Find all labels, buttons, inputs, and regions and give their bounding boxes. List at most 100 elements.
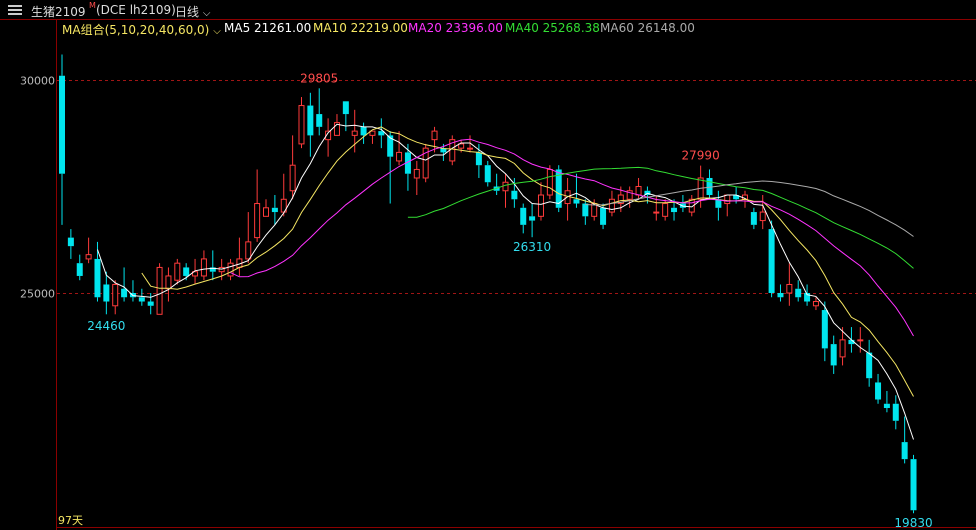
candle: [706, 169, 713, 200]
candle-body: [573, 199, 580, 204]
price-annotation: 27990: [682, 149, 720, 163]
price-annotation: 24460: [87, 319, 125, 333]
candle-body: [653, 211, 660, 214]
ma60-line: [585, 180, 914, 237]
candle: [910, 454, 917, 514]
candle-body: [254, 203, 261, 239]
candle-body: [289, 164, 296, 192]
ma40-line: [407, 166, 914, 269]
candle: [422, 143, 429, 183]
candle: [396, 131, 403, 166]
candle: [129, 280, 136, 302]
candle-body: [502, 181, 509, 192]
candle: [245, 212, 252, 264]
candle: [360, 122, 367, 144]
candle-body: [85, 254, 92, 260]
candle: [582, 199, 589, 225]
candle-body: [608, 198, 615, 213]
candle: [200, 250, 207, 281]
candle: [777, 284, 784, 302]
candle: [209, 250, 216, 281]
candle-body: [662, 203, 669, 217]
candle-body: [245, 241, 252, 260]
candle-body: [875, 382, 882, 400]
candlestick-chart[interactable]: 30000 25000 29805 24460 26310 27990 19830 97天: [0, 0, 976, 530]
candle-body: [520, 207, 527, 225]
y-tick-label: 30000: [20, 75, 55, 88]
candle-body: [537, 194, 544, 217]
candle-body: [830, 344, 837, 366]
candle: [387, 131, 394, 204]
candle: [564, 177, 571, 221]
candle-body: [165, 275, 172, 290]
candle-body: [839, 339, 846, 358]
candle-body: [892, 403, 899, 421]
candle-body: [635, 186, 642, 196]
candle-body: [138, 297, 145, 302]
candle-body: [467, 147, 474, 150]
candle: [254, 169, 261, 242]
candle: [830, 335, 837, 374]
candle-body: [396, 151, 403, 162]
candle-body: [529, 216, 536, 221]
candle-body: [183, 267, 190, 276]
candle: [121, 267, 128, 302]
candle: [174, 258, 181, 285]
price-annotation: 19830: [894, 516, 932, 530]
candle-body: [200, 258, 207, 277]
candle-body: [795, 288, 802, 298]
candle-body: [112, 283, 119, 307]
candle: [875, 373, 882, 404]
candle: [342, 101, 349, 132]
ma5-line: [97, 123, 914, 440]
candle-body: [582, 203, 589, 217]
candle: [626, 186, 633, 208]
candle-body: [475, 152, 482, 166]
candle: [537, 182, 544, 221]
candle: [59, 54, 65, 225]
candle-body: [484, 165, 491, 183]
candle: [511, 177, 518, 208]
candle: [289, 135, 296, 200]
candle-body: [316, 114, 323, 127]
candle-body: [759, 211, 766, 222]
candle-body: [76, 263, 83, 276]
candle: [112, 280, 119, 315]
candle-body: [94, 258, 101, 298]
candle: [67, 229, 74, 259]
candle: [404, 143, 411, 191]
candle-body: [271, 207, 278, 213]
candle: [236, 237, 243, 276]
candle: [369, 130, 376, 144]
candle: [449, 135, 456, 166]
candle-body: [413, 168, 420, 179]
candle-body: [67, 237, 74, 247]
candle: [271, 195, 278, 225]
candle-body: [307, 105, 314, 136]
candle: [768, 220, 775, 298]
candle: [307, 92, 314, 157]
candle: [520, 203, 527, 234]
candle: [413, 160, 420, 196]
candle-body: [342, 101, 349, 115]
candle: [786, 263, 793, 306]
price-annotation: 26310: [513, 240, 551, 254]
candle: [866, 339, 873, 387]
candle: [316, 88, 323, 136]
candle-body: [227, 262, 234, 277]
candle-body: [671, 207, 678, 213]
candle-body: [431, 130, 438, 141]
candle: [103, 271, 110, 315]
candle: [892, 395, 899, 430]
candle: [227, 258, 234, 281]
candle-body: [511, 190, 518, 200]
candle-body: [910, 459, 917, 511]
candle-body: [812, 301, 819, 307]
y-tick-label: 25000: [20, 288, 55, 301]
candle: [475, 143, 482, 178]
candle: [795, 280, 802, 302]
candle: [493, 173, 500, 196]
candle: [298, 97, 305, 149]
candle: [546, 165, 553, 200]
candle: [378, 118, 385, 149]
